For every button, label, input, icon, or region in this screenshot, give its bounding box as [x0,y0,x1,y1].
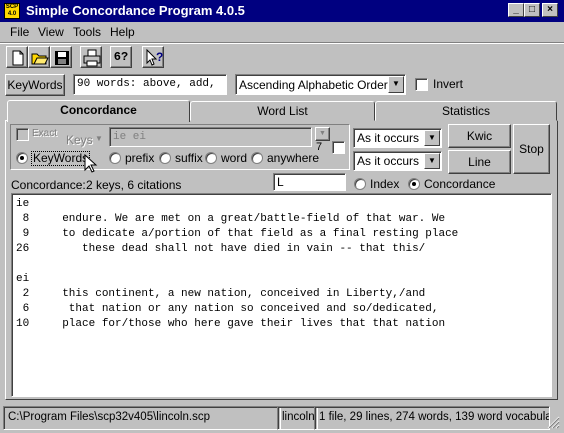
keywords-list-field[interactable]: 90 words: above, add, [73,74,227,95]
print-icon [83,49,101,67]
concordance-line: 6 that nation or any nation so conceived… [16,303,439,315]
menu-view[interactable]: View [38,25,64,39]
maximize-button[interactable]: □ [524,3,540,17]
minimize-button[interactable]: _ [508,3,524,17]
tab-statistics[interactable]: Statistics [375,101,557,121]
radio-suffix[interactable] [159,152,171,164]
concordance-line: ei [16,273,30,285]
menu-separator [0,42,564,44]
concordance-line [16,257,547,272]
window-title: Simple Concordance Program 4.0.5 [26,3,245,18]
open-folder-icon [31,53,49,65]
concordance-line: 2 this continent, a new nation, conceive… [16,288,426,300]
info-help-icon: 6? [113,50,129,64]
menu-help[interactable]: Help [110,25,135,39]
about-button[interactable]: 6? [110,46,132,68]
primary-order-value: As it occurs [357,131,420,145]
keys-input[interactable]: ie ei [109,127,312,147]
status-stats: 1 file, 29 lines, 274 words, 139 word vo… [314,406,550,430]
filter-input[interactable]: L [273,173,346,191]
invert-checkbox[interactable] [415,78,428,91]
radio-keywords[interactable] [16,152,28,164]
menu-file[interactable]: File [10,25,29,39]
keywords-button[interactable]: KeyWords [5,74,65,96]
tab-concordance[interactable]: Concordance [7,100,190,122]
radio-concordance[interactable] [408,178,420,190]
mouse-cursor-icon [84,154,98,173]
concordance-text-area[interactable]: ie 8 endure. We are met on a great/battl… [11,193,552,397]
exact-checkbox[interactable] [16,128,29,141]
radio-word[interactable] [205,152,217,164]
kwic-button[interactable]: Kwic [448,124,511,148]
close-button[interactable]: × [542,3,558,17]
radio-index-label: Index [370,177,400,191]
title-bar[interactable]: SCP 4.0 Simple Concordance Program 4.0.5… [0,0,564,22]
radio-anywhere-label: anywhere [267,151,320,165]
radio-prefix[interactable] [109,152,121,164]
chevron-down-icon[interactable]: ▼ [424,153,440,169]
radio-word-label: word [221,151,248,165]
context-help-icon: ? [146,48,163,66]
concordance-summary-label: Concordance: [11,178,86,192]
invert-label: Invert [433,77,464,91]
primary-order-select[interactable]: As it occurs ▼ [353,128,442,148]
status-path: C:\Program Files\scp32v405\lincoln.scp [3,406,281,430]
sort-order-value: Ascending Alphabetic Order [239,78,388,92]
print-button[interactable] [80,46,102,68]
concordance-line: 10 place for/those who here gave their l… [16,318,446,330]
line-button[interactable]: Line [448,150,511,174]
resize-grip-icon[interactable] [546,415,560,429]
tab-word-list[interactable]: Word List [190,101,375,121]
concordance-summary-value: 2 keys, 6 citations [86,178,182,192]
secondary-order-select[interactable]: As it occurs ▼ [353,151,442,171]
stop-button[interactable]: Stop [513,124,550,174]
radio-anywhere[interactable] [251,152,263,164]
secondary-order-value: As it occurs [357,154,420,168]
concordance-line: 8 endure. We are met on a great/battle-f… [16,213,446,225]
radio-prefix-label: prefix [125,151,155,165]
chevron-down-icon[interactable]: ▼ [388,76,404,93]
concordance-line: ie [16,198,30,210]
sort-order-select[interactable]: Ascending Alphabetic Order ▼ [235,74,406,95]
svg-text:?: ? [156,50,163,64]
new-file-icon [12,50,24,66]
new-file-button[interactable] [6,46,28,68]
context-help-button[interactable]: ? [142,46,164,68]
radio-keywords-label: KeyWords [31,151,91,166]
app-icon[interactable]: SCP 4.0 [4,3,20,19]
menu-bar: File View Tools Help [0,22,564,42]
radio-suffix-label: suffix [175,151,203,165]
concordance-line: 9 to dedicate a/portion of that field as… [16,228,459,240]
open-button[interactable] [28,46,50,68]
concordance-line: 26 these dead shall not have died in vai… [16,243,426,255]
count-checkbox[interactable] [332,141,345,154]
save-icon [55,51,69,65]
keys-dropdown-icon[interactable]: ▼ [95,134,103,143]
radio-index[interactable] [354,178,366,190]
exact-label: Exact [32,128,58,139]
status-file: lincoln [277,406,318,430]
menu-tools[interactable]: Tools [73,25,101,39]
chevron-down-icon[interactable]: ▼ [424,130,440,146]
radio-concordance-label: Concordance [424,177,496,191]
save-button[interactable] [50,46,72,68]
keys-combo-arrow[interactable]: ▼ [315,127,330,141]
keys-label: Keys [66,133,93,147]
